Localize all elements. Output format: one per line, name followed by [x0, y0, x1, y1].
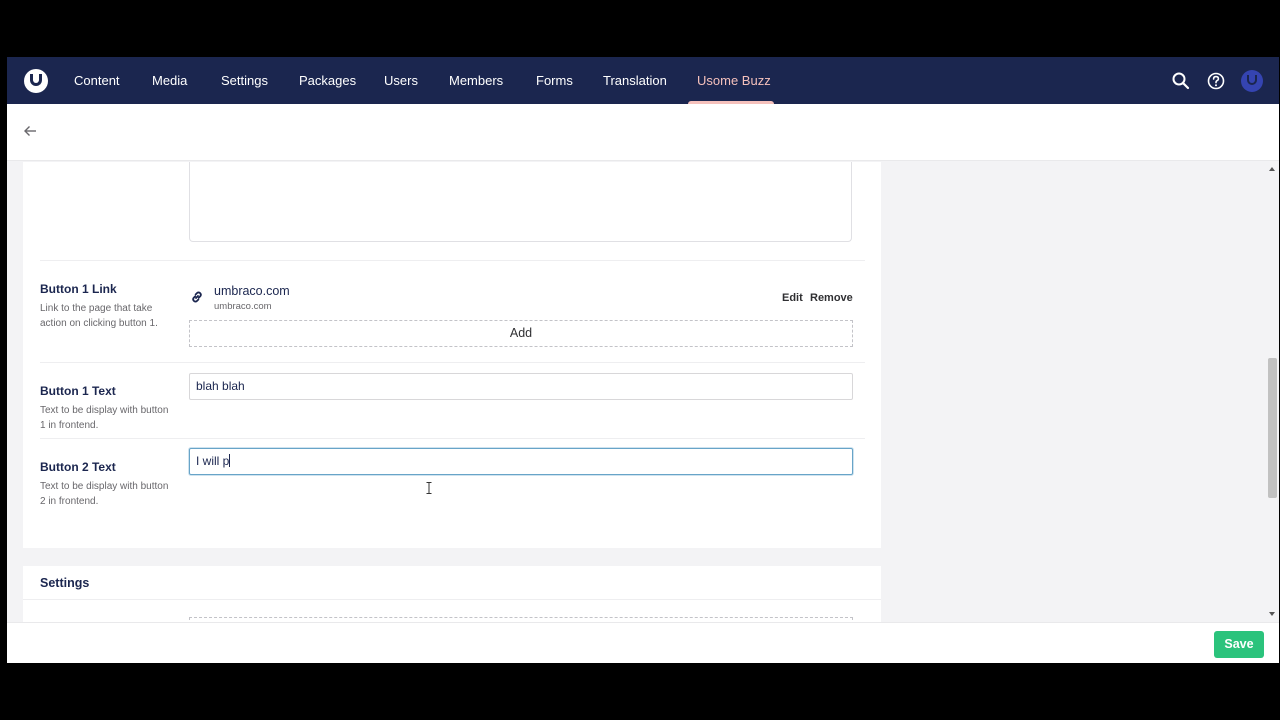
button1-text-description: Text to be display with button 1 in fron…: [40, 405, 169, 431]
editor-footer: Save: [7, 622, 1279, 663]
text-cursor-icon: [426, 482, 432, 494]
nav-item-media[interactable]: Media: [152, 57, 187, 104]
button1-link-description: Link to the page that take action on cli…: [40, 303, 158, 329]
nav-item-content[interactable]: Content: [74, 57, 120, 104]
back-arrow-icon[interactable]: [21, 121, 41, 141]
nav-item-settings[interactable]: Settings: [221, 57, 268, 104]
editor-header: [7, 104, 1279, 161]
editor-content: Button 1 Link Link to the page that take…: [7, 162, 1265, 622]
button2-text-description: Text to be display with button 2 in fron…: [40, 481, 169, 507]
rich-text-editor[interactable]: [189, 162, 852, 242]
divider: [40, 260, 865, 261]
nav-item-usome-buzz[interactable]: Usome Buzz: [697, 57, 771, 104]
add-link-button[interactable]: Add: [189, 320, 853, 347]
button1-text-label: Button 1 Text: [40, 384, 116, 398]
umbraco-backoffice: Content Media Settings Packages Users Me…: [7, 57, 1279, 663]
scroll-thumb[interactable]: [1268, 358, 1277, 498]
nav-item-translation[interactable]: Translation: [603, 57, 667, 104]
edit-link-button[interactable]: Edit: [782, 292, 803, 304]
settings-panel: Settings: [23, 566, 881, 622]
divider: [40, 438, 865, 439]
button2-text-value: I will p: [196, 454, 230, 468]
button2-text-input[interactable]: I will p: [189, 448, 853, 475]
scrollbar[interactable]: [1265, 162, 1279, 622]
remove-link-button[interactable]: Remove: [810, 292, 853, 304]
umbraco-logo-icon[interactable]: [24, 69, 48, 93]
link-icon: [192, 291, 202, 303]
scroll-down-icon[interactable]: [1269, 612, 1275, 616]
button2-text-label: Button 2 Text: [40, 460, 116, 474]
button1-text-input[interactable]: blah blah: [189, 373, 853, 400]
search-icon[interactable]: [1171, 71, 1191, 91]
divider: [23, 599, 881, 600]
nav-item-members[interactable]: Members: [449, 57, 503, 104]
link-url: umbraco.com: [214, 301, 272, 312]
nav-item-users[interactable]: Users: [384, 57, 418, 104]
user-avatar[interactable]: [1241, 70, 1263, 92]
button1-link-label: Button 1 Link: [40, 282, 117, 296]
top-navigation: Content Media Settings Packages Users Me…: [7, 57, 1279, 104]
text-caret: [229, 454, 231, 467]
link-name: umbraco.com: [214, 284, 290, 298]
save-button[interactable]: Save: [1214, 631, 1264, 658]
nav-item-forms[interactable]: Forms: [536, 57, 573, 104]
scroll-up-icon[interactable]: [1269, 167, 1275, 171]
nav-item-packages[interactable]: Packages: [299, 57, 356, 104]
settings-title: Settings: [40, 576, 90, 590]
properties-panel: Button 1 Link Link to the page that take…: [23, 162, 881, 548]
help-icon[interactable]: [1206, 71, 1226, 91]
divider: [40, 362, 865, 363]
